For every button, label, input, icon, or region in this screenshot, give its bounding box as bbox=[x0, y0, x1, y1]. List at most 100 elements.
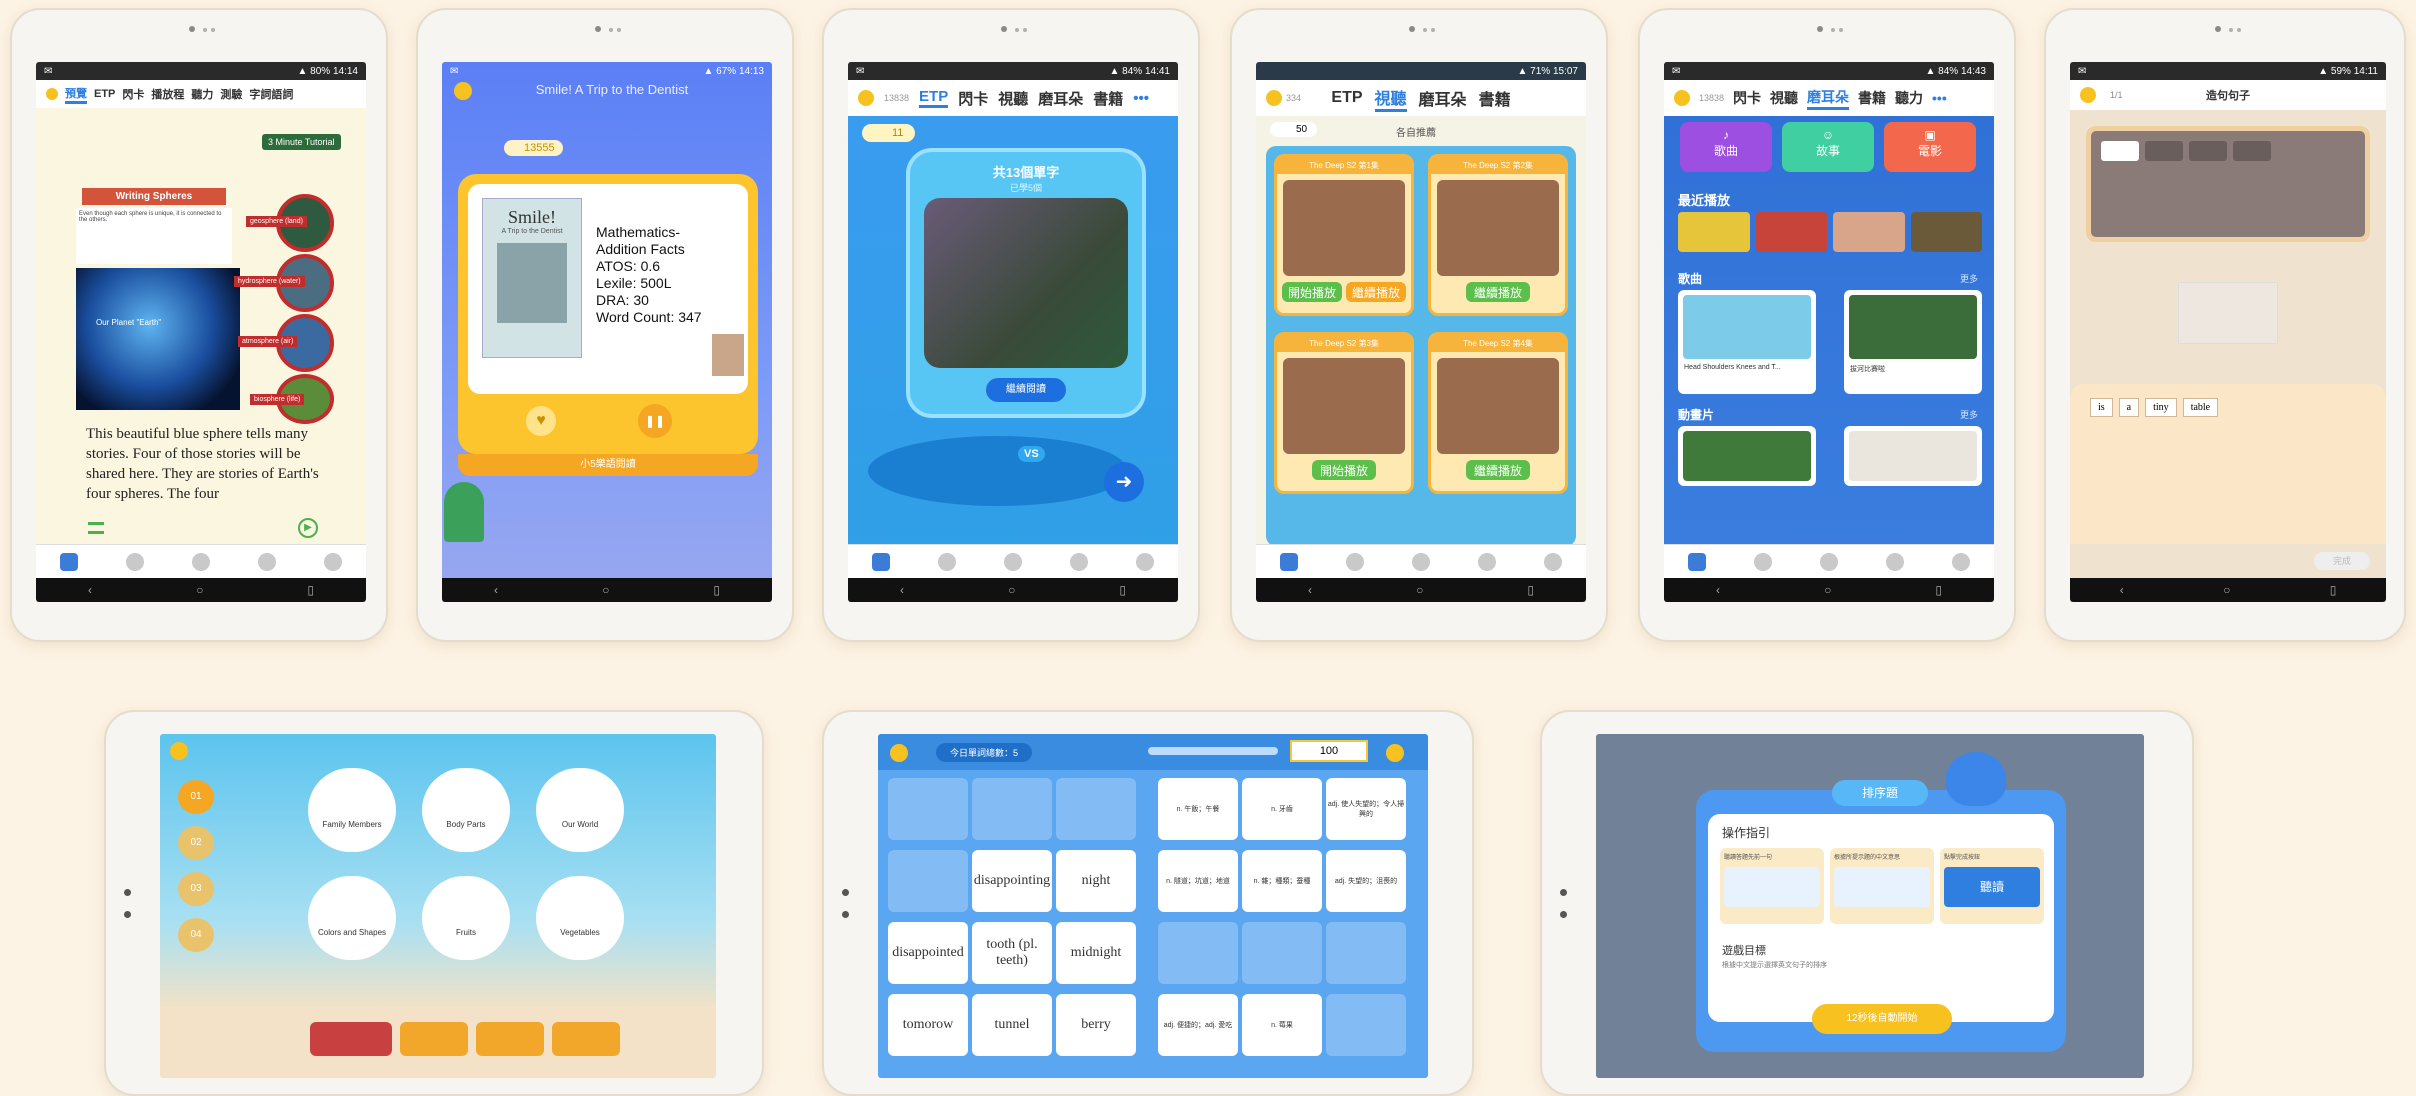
submit-button[interactable]: 完成 bbox=[2314, 552, 2370, 570]
tab-flashcard[interactable]: 閃卡 bbox=[958, 88, 988, 109]
answer-slot[interactable] bbox=[2145, 141, 2183, 161]
cartoon-card-2[interactable] bbox=[1844, 426, 1982, 486]
tab-video[interactable]: 視聽 bbox=[1374, 85, 1407, 112]
songs-more-link[interactable]: 更多 bbox=[1960, 272, 1978, 285]
song-card-2[interactable]: 拔河比賽啦 bbox=[1844, 290, 1982, 394]
continue-button[interactable]: 繼續閱讀 bbox=[986, 378, 1066, 402]
home-icon[interactable]: ○ bbox=[1416, 583, 1423, 597]
recent-thumb[interactable] bbox=[1755, 212, 1827, 252]
filter-label[interactable]: 各自推薦 bbox=[1396, 124, 1436, 139]
match-tile[interactable]: adj. 便捷的；adj. 愛吃 bbox=[1158, 994, 1238, 1056]
match-tile[interactable]: midnight bbox=[1056, 922, 1136, 984]
topic-body[interactable]: Body Parts bbox=[422, 768, 510, 852]
more-icon[interactable]: ••• bbox=[1932, 90, 1947, 106]
nav-home-icon[interactable] bbox=[872, 552, 890, 571]
match-tile[interactable] bbox=[1326, 922, 1406, 984]
recent-thumb[interactable] bbox=[1678, 212, 1750, 252]
tab-listening[interactable]: 聽力 bbox=[1895, 88, 1923, 108]
nav-home-icon[interactable] bbox=[1280, 552, 1298, 571]
match-tile[interactable]: n. 莓果 bbox=[1242, 994, 1322, 1056]
word-tile[interactable]: is bbox=[2090, 398, 2113, 417]
recents-icon[interactable]: ▯ bbox=[1527, 583, 1534, 597]
home-icon[interactable]: ○ bbox=[1824, 583, 1831, 597]
back-button[interactable] bbox=[890, 744, 908, 762]
match-tile[interactable]: adj. 失望的；沮喪的 bbox=[1326, 850, 1406, 912]
match-tile[interactable]: n. 午飯；午餐 bbox=[1158, 778, 1238, 840]
match-tile[interactable]: disappointing bbox=[972, 850, 1052, 912]
back-icon[interactable]: ‹ bbox=[1308, 583, 1312, 597]
match-tile[interactable]: berry bbox=[1056, 994, 1136, 1056]
match-tile[interactable] bbox=[972, 778, 1052, 840]
category-stories[interactable]: ☺ 故事 bbox=[1782, 122, 1874, 172]
home-icon[interactable]: ○ bbox=[1008, 583, 1015, 597]
nav-task-icon[interactable] bbox=[258, 552, 276, 571]
home-icon[interactable]: ○ bbox=[2223, 583, 2230, 597]
tab-listening[interactable]: 聽力 bbox=[191, 86, 213, 102]
tab-video[interactable]: 視聽 bbox=[1770, 88, 1798, 108]
episode-card-2[interactable]: The Deep S2 第2集 繼續播放 bbox=[1428, 154, 1568, 316]
topic-family[interactable]: Family Members bbox=[308, 768, 396, 852]
back-icon[interactable]: ‹ bbox=[900, 583, 904, 597]
back-icon[interactable]: ‹ bbox=[1716, 583, 1720, 597]
tab-books[interactable]: 書籍 bbox=[1479, 86, 1511, 110]
word-tile[interactable]: table bbox=[2182, 398, 2219, 417]
play-icon[interactable]: ▶ bbox=[298, 518, 318, 538]
recent-thumb[interactable] bbox=[1833, 212, 1905, 252]
word-card[interactable]: 共13個單字 已學5個 繼續閱讀 bbox=[906, 148, 1146, 418]
home-icon[interactable]: ○ bbox=[196, 583, 203, 597]
topic-world[interactable]: Our World bbox=[536, 768, 624, 852]
book-cover[interactable]: Smile! A Trip to the Dentist bbox=[482, 198, 582, 358]
tab-books[interactable]: 書籍 bbox=[1093, 88, 1123, 109]
nav-explore-icon[interactable] bbox=[192, 552, 210, 571]
match-tile[interactable]: adj. 使人失望的；令人掃興的 bbox=[1326, 778, 1406, 840]
heart-button[interactable]: ♥ bbox=[526, 406, 556, 436]
back-button[interactable] bbox=[170, 742, 188, 760]
back-icon[interactable]: ‹ bbox=[88, 583, 92, 597]
nav-home-icon[interactable] bbox=[60, 552, 78, 571]
answer-slot[interactable] bbox=[2189, 141, 2227, 161]
match-tile[interactable] bbox=[1326, 994, 1406, 1056]
nav-task-icon[interactable] bbox=[1886, 552, 1904, 571]
word-tile[interactable]: a bbox=[2118, 398, 2140, 417]
category-songs[interactable]: ♪ 歌曲 bbox=[1680, 122, 1772, 172]
back-icon[interactable]: ‹ bbox=[2120, 583, 2124, 597]
next-arrow-button[interactable]: ➜ bbox=[1104, 462, 1144, 502]
tab-ears[interactable]: 磨耳朵 bbox=[1038, 88, 1083, 109]
match-tile[interactable]: n. 雜；種類；蚕種 bbox=[1242, 850, 1322, 912]
match-tile[interactable]: tomorow bbox=[888, 994, 968, 1056]
match-tile[interactable]: tooth (pl. teeth) bbox=[972, 922, 1052, 984]
nav-explore-icon[interactable] bbox=[1820, 552, 1838, 571]
nav-profile-icon[interactable] bbox=[1544, 552, 1562, 571]
match-tile[interactable]: disappointed bbox=[888, 922, 968, 984]
home-icon[interactable]: ○ bbox=[602, 583, 609, 597]
match-tile[interactable]: n. 隧道；坑道；地道 bbox=[1158, 850, 1238, 912]
nav-task-icon[interactable] bbox=[1070, 552, 1088, 571]
recents-icon[interactable]: ▯ bbox=[2330, 583, 2337, 597]
auto-start-button[interactable]: 12秒後自動開始 bbox=[1812, 1004, 1952, 1034]
continue-play-button[interactable]: 繼續播放 bbox=[1466, 282, 1530, 302]
recents-icon[interactable]: ▯ bbox=[1935, 583, 1942, 597]
start-play-button[interactable]: 開始播放 bbox=[1282, 282, 1342, 302]
topic-vegetables[interactable]: Vegetables bbox=[536, 876, 624, 960]
match-tile[interactable] bbox=[1056, 778, 1136, 840]
nav-study-icon[interactable] bbox=[1346, 552, 1364, 571]
pause-button[interactable]: ❚❚ bbox=[638, 404, 672, 438]
answer-slot[interactable] bbox=[2101, 141, 2139, 161]
recents-icon[interactable]: ▯ bbox=[1119, 583, 1126, 597]
topic-colors[interactable]: Colors and Shapes bbox=[308, 876, 396, 960]
tab-ears[interactable]: 磨耳朵 bbox=[1807, 87, 1850, 110]
nav-explore-icon[interactable] bbox=[1004, 552, 1022, 571]
continue-play-button[interactable]: 繼續播放 bbox=[1466, 460, 1530, 480]
nav-profile-icon[interactable] bbox=[1952, 552, 1970, 571]
episode-card-1[interactable]: The Deep S2 第1集 開始播放 繼續播放 bbox=[1274, 154, 1414, 316]
level-03[interactable]: 03 bbox=[178, 872, 214, 906]
topic-fruits[interactable]: Fruits bbox=[422, 876, 510, 960]
match-tile[interactable] bbox=[888, 778, 968, 840]
match-tile[interactable] bbox=[888, 850, 968, 912]
more-icon[interactable]: ••• bbox=[1133, 90, 1149, 107]
tab-etp[interactable]: ETP bbox=[919, 88, 949, 108]
tab-ears[interactable]: 磨耳朵 bbox=[1419, 86, 1467, 110]
tab-flashcard[interactable]: 閃卡 bbox=[1733, 88, 1761, 108]
match-tile[interactable]: night bbox=[1056, 850, 1136, 912]
nav-profile-icon[interactable] bbox=[1136, 552, 1154, 571]
